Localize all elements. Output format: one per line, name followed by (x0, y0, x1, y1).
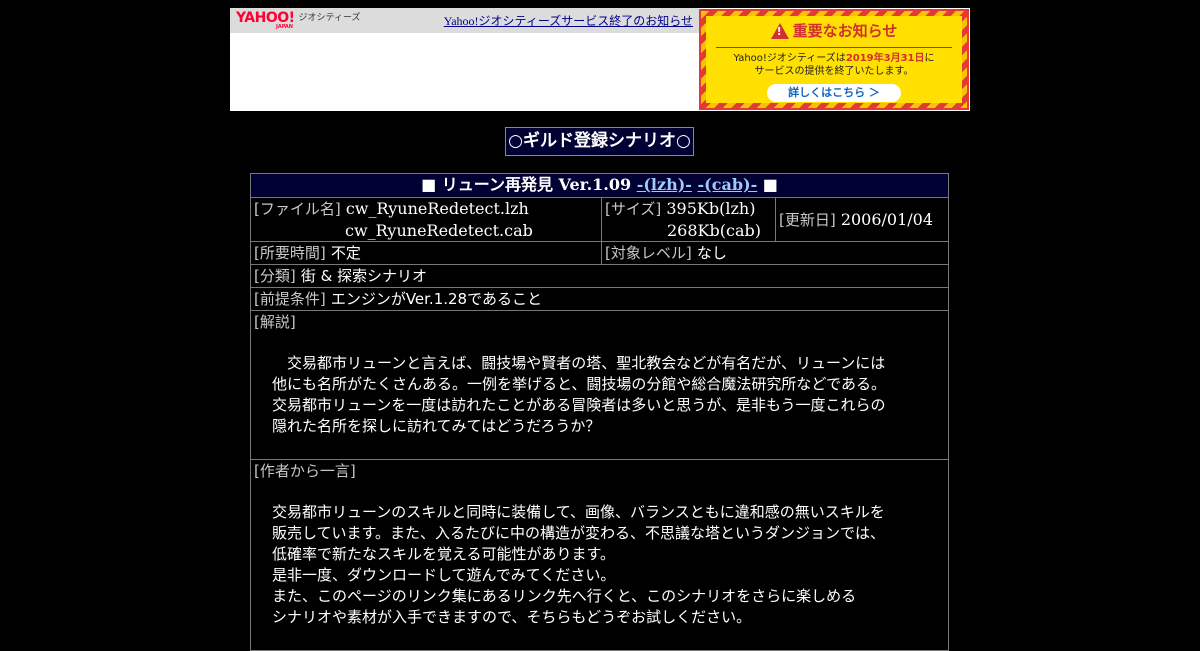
warning-icon (770, 22, 789, 39)
description-text: 交易都市リューンと言えば、闘技場や賢者の塔、聖北教会などが有名だが、リューンには… (254, 333, 945, 459)
author-comment-line: シナリオや素材が入手できますので、そちらもどうぞお試しください。 (272, 608, 752, 626)
geocities-banner: YAHOO! JAPAN ジオシティーズ Yahoo!ジオシティーズサービス終了… (230, 8, 970, 111)
prereq-value: エンジンがVer.1.28であること (330, 290, 542, 308)
author-comment-line: 低確率で新たなスキルを覚える可能性があります。 (272, 545, 616, 563)
notice-line1-a: Yahoo!ジオシティーズは (733, 53, 846, 64)
prereq-cell: [前提条件] エンジンがVer.1.28であること (250, 287, 949, 311)
author-comment-text: 交易都市リューンのスキルと同時に装備して、画像、バランスともに違和感の無いスキル… (254, 482, 945, 650)
description-line: 他にも名所がたくさんある。一例を挙げると、闘技場の分館や総合魔法研究所などである… (272, 375, 886, 393)
category-cell: [分類] 街 & 探索シナリオ (250, 264, 949, 288)
notice-line2: サービスの提供を終了いたします。 (754, 66, 914, 77)
notice-inner: 重要なお知らせ Yahoo!ジオシティーズは2019年3月31日に サービスの提… (706, 16, 962, 103)
description-line: 交易都市リューンと言えば、闘技場や賢者の塔、聖北教会などが有名だが、リューンには (272, 354, 886, 372)
service-end-link[interactable]: Yahoo!ジオシティーズサービス終了のお知らせ (444, 12, 693, 29)
category-label: [分類] (254, 267, 296, 285)
important-notice-ad[interactable]: 重要なお知らせ Yahoo!ジオシティーズは2019年3月31日に サービスの提… (699, 9, 969, 110)
notice-details-button[interactable]: 詳しくはこちら ＞ (767, 84, 901, 102)
size-lzh: 395Kb(lzh) (666, 199, 756, 218)
file-name-cell: [ファイル名] cw_RyuneRedetect.lzh cw_RyuneRed… (250, 197, 602, 242)
banner-topbar: YAHOO! JAPAN ジオシティーズ Yahoo!ジオシティーズサービス終了… (230, 8, 699, 33)
notice-title-text: 重要なお知らせ (792, 22, 898, 40)
geocities-logo-text: ジオシティーズ (298, 13, 361, 23)
author-comment-cell: [作者から一言] 交易都市リューンのスキルと同時に装備して、画像、バランスともに… (250, 459, 949, 651)
download-cab-link[interactable]: -(cab)- (698, 175, 758, 194)
description-label: [解説] (254, 313, 296, 331)
notice-body: Yahoo!ジオシティーズは2019年3月31日に サービスの提供を終了いたしま… (706, 52, 962, 78)
updated-label: [更新日] (779, 210, 836, 229)
notice-line1-b: に (924, 53, 935, 64)
file-name-label: [ファイル名] (254, 200, 341, 218)
author-comment-line: 交易都市リューンのスキルと同時に装備して、画像、バランスともに違和感の無いスキル… (272, 503, 885, 521)
time-label: [所要時間] (254, 244, 326, 262)
scenario-header-title: ■ リューン再発見 Ver.1.09 (421, 175, 637, 194)
time-value: 不定 (330, 244, 361, 262)
time-cell: [所要時間] 不定 (250, 241, 602, 265)
page-title: ○ギルド登録シナリオ○ (505, 127, 694, 156)
level-label: [対象レベル] (605, 244, 692, 262)
category-value: 街 & 探索シナリオ (300, 267, 428, 285)
updated-cell: [更新日] 2006/01/04 (775, 197, 949, 242)
description-line: 交易都市リューンを一度は訪れたことがある冒険者は多いと思うが、是非もう一度これら… (272, 396, 886, 414)
prereq-label: [前提条件] (254, 290, 326, 308)
download-lzh-link[interactable]: -(lzh)- (637, 175, 692, 194)
file-name-lzh: cw_RyuneRedetect.lzh (345, 199, 529, 218)
notice-divider (716, 47, 952, 48)
scenario-header: ■ リューン再発見 Ver.1.09 -(lzh)- -(cab)- ■ (250, 173, 949, 198)
scenario-header-suffix: ■ (757, 175, 778, 194)
updated-value: 2006/01/04 (840, 209, 934, 229)
size-cab: 268Kb(cab) (667, 221, 761, 240)
notice-date: 2019年3月31日 (845, 53, 925, 64)
author-comment-line: 販売しています。また、入るたびに中の構造が変わる、不思議な塔というダンジョンでは… (272, 524, 886, 542)
author-comment-line: 是非一度、ダウンロードして遊んでみてください。 (272, 566, 616, 584)
file-name-cab: cw_RyuneRedetect.cab (345, 221, 533, 240)
size-cell: [サイズ] 395Kb(lzh) 268Kb(cab) (601, 197, 776, 242)
author-comment-label: [作者から一言] (254, 462, 356, 480)
description-cell: [解説] 交易都市リューンと言えば、闘技場や賢者の塔、聖北教会などが有名だが、リ… (250, 310, 949, 460)
yahoo-logo-japan: JAPAN (276, 24, 293, 30)
size-label: [サイズ] (605, 200, 662, 218)
description-line: 隠れた名所を探しに訪れてみてはどうだろうか？ (272, 417, 601, 435)
notice-title: 重要なお知らせ (706, 20, 962, 41)
yahoo-logo-text: YAHOO! (236, 10, 295, 26)
scenario-table: ■ リューン再発見 Ver.1.09 -(lzh)- -(cab)- ■ [ファ… (250, 173, 949, 651)
level-cell: [対象レベル] なし (601, 241, 949, 265)
author-comment-line: また、このページのリンク集にあるリンク先へ行くと、このシナリオをさらに楽しめる (272, 587, 857, 605)
level-value: なし (696, 244, 727, 262)
yahoo-logo[interactable]: YAHOO! JAPAN ジオシティーズ (236, 11, 361, 31)
